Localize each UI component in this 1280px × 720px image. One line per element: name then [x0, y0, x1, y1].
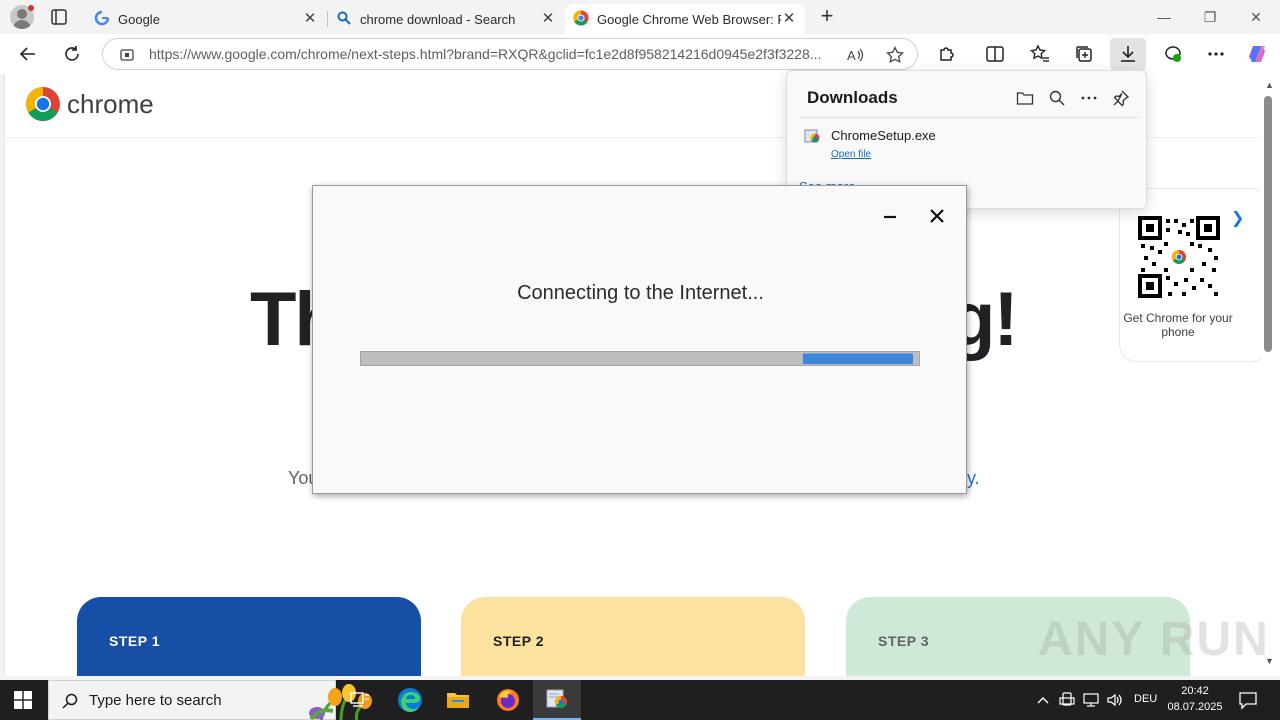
- tray-device-icon[interactable]: [1058, 692, 1076, 708]
- tab-title: chrome download - Search: [360, 11, 516, 27]
- svg-text:A: A: [847, 48, 856, 63]
- tab-strip: Google ✕ chrome download - Search ✕ Goog…: [0, 0, 1280, 34]
- tab-close-icon[interactable]: ✕: [781, 11, 797, 27]
- favorite-star-icon[interactable]: [885, 45, 905, 65]
- chevron-right-icon[interactable]: ❯: [1231, 208, 1244, 228]
- pin-icon[interactable]: [1110, 87, 1132, 109]
- tab-chrome-download-search[interactable]: chrome download - Search ✕: [328, 4, 564, 34]
- firefox-icon[interactable]: [484, 680, 532, 720]
- taskbar-search-box[interactable]: Type here to search: [48, 680, 372, 720]
- downloads-icon[interactable]: [1110, 38, 1146, 70]
- new-tab-button[interactable]: +: [816, 5, 838, 28]
- window-restore-icon[interactable]: ❐: [1199, 6, 1221, 28]
- input-language-indicator[interactable]: DEU: [1134, 693, 1157, 705]
- taskbar-search-placeholder: Type here to search: [89, 692, 222, 709]
- tab-close-icon[interactable]: ✕: [302, 11, 318, 27]
- bing-search-icon: [336, 10, 352, 29]
- scrollbar-thumb[interactable]: [1264, 96, 1272, 352]
- step-card-2: STEP 2: [461, 597, 805, 676]
- settings-more-icon[interactable]: [1204, 42, 1228, 66]
- step-card-1: STEP 1: [77, 597, 421, 676]
- subtitle-link-fragment[interactable]: y.: [967, 468, 980, 489]
- scroll-up-arrow-icon[interactable]: ▲: [1265, 80, 1274, 90]
- notification-center-icon[interactable]: [1238, 690, 1258, 710]
- browser-toolbar: https://www.google.com/chrome/next-steps…: [0, 34, 1280, 74]
- downloads-divider: [799, 117, 1139, 118]
- browser-essentials-icon[interactable]: [1161, 42, 1185, 66]
- search-icon: [61, 692, 79, 715]
- copilot-icon[interactable]: [1246, 42, 1270, 66]
- tab-title: Google Chrome Web Browser: Fir: [597, 11, 781, 27]
- chrome-installer-dialog: Connecting to the Internet...: [312, 185, 967, 494]
- window-close-icon[interactable]: ✕: [1245, 6, 1267, 28]
- collections-icon[interactable]: [1072, 42, 1096, 66]
- edge-browser-icon[interactable]: [386, 680, 434, 720]
- profile-notification-dot: [28, 5, 34, 11]
- tab-close-icon[interactable]: ✕: [540, 11, 556, 27]
- tab-google[interactable]: Google ✕: [86, 4, 326, 34]
- installer-file-icon: [803, 127, 821, 145]
- more-options-icon[interactable]: [1078, 87, 1100, 109]
- step-label: STEP 3: [878, 633, 929, 649]
- task-view-icon[interactable]: [336, 680, 384, 720]
- downloads-title: Downloads: [807, 88, 898, 107]
- refresh-icon[interactable]: [60, 42, 84, 66]
- favorites-icon[interactable]: [1028, 42, 1052, 66]
- qr-code-icon: [1138, 216, 1220, 298]
- back-arrow-icon[interactable]: [16, 42, 40, 66]
- windows-start-icon[interactable]: [14, 691, 32, 709]
- address-bar[interactable]: https://www.google.com/chrome/next-steps…: [102, 38, 918, 70]
- network-icon[interactable]: [1082, 692, 1100, 708]
- chrome-logo-icon: [573, 9, 589, 29]
- taskbar-clock[interactable]: 20:42 08.07.2025: [1160, 683, 1230, 715]
- tray-chevron-up-icon[interactable]: [1034, 692, 1052, 708]
- step-label: STEP 1: [109, 633, 160, 649]
- chrome-logo-icon[interactable]: [25, 86, 61, 122]
- window-minimize-icon[interactable]: —: [1153, 6, 1175, 28]
- file-explorer-icon[interactable]: [434, 680, 482, 720]
- installer-progress-bar: [360, 351, 920, 366]
- anyrun-watermark: ANY RUN: [1038, 613, 1270, 666]
- tab-title: Google: [118, 11, 160, 27]
- installer-minimize-icon[interactable]: [879, 206, 901, 228]
- read-aloud-icon[interactable]: A: [845, 45, 865, 65]
- tab-actions-menu-icon[interactable]: [50, 8, 68, 26]
- clock-time: 20:42: [1181, 685, 1209, 697]
- download-filename[interactable]: ChromeSetup.exe: [831, 128, 936, 143]
- installer-close-icon[interactable]: [925, 204, 949, 228]
- volume-speaker-icon[interactable]: [1106, 692, 1124, 708]
- step-label: STEP 2: [493, 633, 544, 649]
- open-file-link[interactable]: Open file: [831, 149, 871, 160]
- clock-date: 08.07.2025: [1167, 701, 1223, 713]
- installer-status-text: Connecting to the Internet...: [517, 282, 764, 304]
- chrome-wordmark[interactable]: chrome: [67, 89, 154, 120]
- tab-google-chrome[interactable]: Google Chrome Web Browser: Fir ✕: [565, 4, 805, 34]
- progress-indicator-segment: [803, 353, 913, 364]
- qr-code-caption: Get Chrome for your phone: [1123, 311, 1233, 339]
- open-folder-icon[interactable]: [1014, 87, 1036, 109]
- address-url-text: https://www.google.com/chrome/next-steps…: [149, 46, 822, 62]
- page-scrollbar[interactable]: ▲ ▼: [1261, 74, 1280, 676]
- extensions-puzzle-icon[interactable]: [935, 42, 959, 66]
- split-screen-icon[interactable]: [983, 42, 1007, 66]
- chrome-installer-taskbar-icon[interactable]: [533, 680, 581, 720]
- search-icon[interactable]: [1046, 87, 1068, 109]
- google-g-icon: [94, 10, 110, 29]
- windows-taskbar: Type here to search DEU 20:42 08.07.2025: [0, 680, 1280, 720]
- site-info-lock-icon[interactable]: [119, 46, 135, 67]
